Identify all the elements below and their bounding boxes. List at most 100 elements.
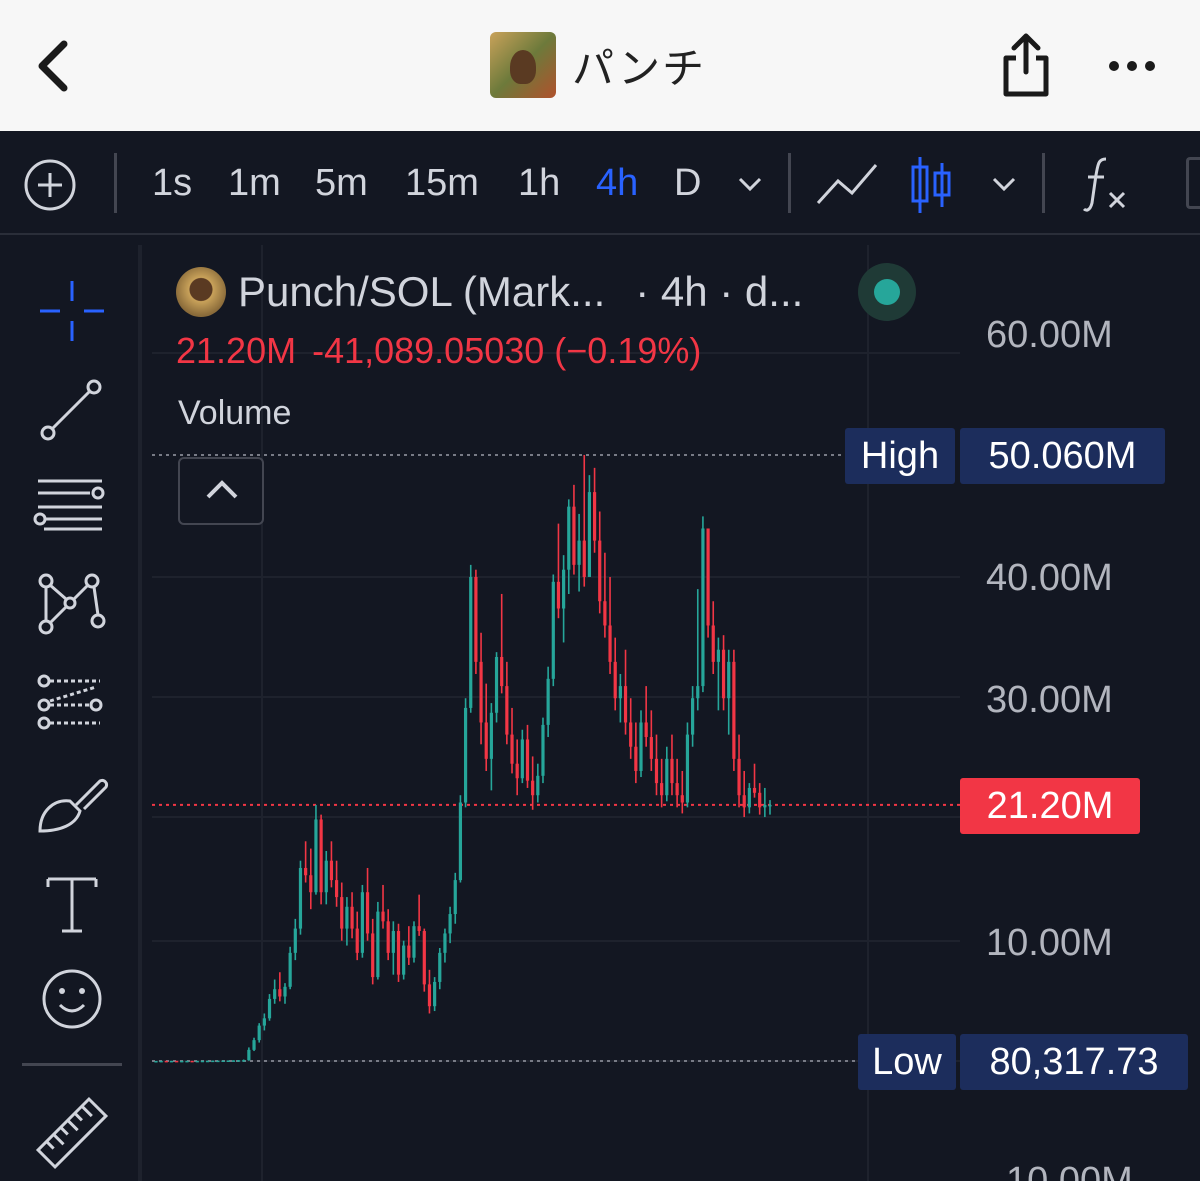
candle-body: [520, 739, 524, 779]
candle-body: [603, 601, 607, 626]
interval-4h[interactable]: 4h: [596, 131, 638, 235]
candle-body: [608, 625, 612, 662]
candle-body: [752, 787, 757, 793]
candle-body: [340, 897, 344, 929]
candle-body: [727, 661, 731, 699]
candle-body: [417, 926, 421, 932]
candle-body: [304, 867, 308, 876]
high-value: 50.060M: [960, 428, 1165, 484]
candle-body: [531, 780, 535, 796]
candle-body: [701, 528, 705, 687]
emoji-icon[interactable]: [30, 957, 114, 1041]
symbol-name[interactable]: Punch/SOL (Mark...: [238, 268, 605, 316]
fib-retracement-icon[interactable]: [30, 465, 114, 549]
candle-body: [546, 678, 550, 725]
candle-body: [448, 914, 452, 934]
collapse-legend-button[interactable]: [178, 457, 264, 525]
candle-body: [758, 792, 762, 808]
candle-body: [443, 933, 447, 953]
candle-body: [324, 860, 328, 893]
candle-body: [309, 875, 313, 893]
candle-body: [402, 945, 406, 975]
candle-body: [541, 724, 545, 776]
low-label: Low: [858, 1034, 956, 1090]
text-tool-icon[interactable]: [30, 863, 114, 947]
candle-body: [716, 649, 721, 662]
candle-body: [675, 783, 679, 796]
candle-body: [463, 707, 468, 803]
candle-body: [200, 1060, 205, 1063]
candles-chart-icon[interactable]: [908, 155, 954, 215]
candle-body: [567, 506, 571, 570]
last-price: 21.20M: [176, 330, 297, 371]
interval-5m[interactable]: 5m: [315, 131, 368, 235]
candle-body: [562, 569, 566, 609]
candle-body: [634, 746, 638, 771]
ruler-icon[interactable]: [30, 1091, 114, 1175]
candle-body: [598, 540, 602, 602]
candle-body: [180, 1060, 184, 1063]
interval-1s[interactable]: 1s: [152, 131, 192, 235]
candle-body: [484, 722, 488, 759]
token-avatar-icon: [490, 32, 556, 98]
candle-body: [474, 576, 478, 662]
candle-body: [267, 998, 272, 1019]
trend-line-icon[interactable]: [30, 365, 114, 449]
candle-body: [386, 921, 390, 953]
brush-icon[interactable]: [30, 765, 114, 849]
candle-body: [665, 758, 669, 796]
candle-body: [582, 540, 586, 577]
candle-body: [407, 945, 411, 958]
candle-body: [283, 986, 287, 997]
candle-body: [618, 686, 622, 699]
interval-1m[interactable]: 1m: [228, 131, 281, 235]
market-status-dot-icon[interactable]: [858, 263, 916, 321]
back-chevron-icon[interactable]: [30, 36, 78, 96]
crosshair-icon[interactable]: [30, 269, 114, 353]
candle-body: [737, 758, 741, 796]
candle-body: [768, 804, 772, 807]
symbol-meta: · 4h · d...: [635, 268, 804, 315]
candle-body: [732, 661, 736, 759]
volume-indicator-label[interactable]: Volume: [178, 394, 291, 433]
indicators-fx-icon[interactable]: [1082, 153, 1132, 215]
toolbar-divider: [114, 153, 117, 213]
candle-body: [226, 1060, 230, 1063]
pattern-tool-icon[interactable]: [30, 563, 114, 647]
ohlc-values: 21.20M -41,089.05030 (−0.19%): [176, 330, 717, 372]
line-chart-icon[interactable]: [814, 159, 880, 209]
more-options-icon[interactable]: [1104, 46, 1164, 86]
share-icon[interactable]: [996, 30, 1056, 100]
candle-body: [536, 775, 540, 796]
candle-body: [711, 625, 715, 662]
chart-type-chevron-down-icon[interactable]: [990, 171, 1018, 195]
candle-body: [231, 1060, 235, 1062]
chevron-up-icon: [206, 480, 238, 499]
interval-15m[interactable]: 15m: [405, 131, 479, 235]
candle-body: [365, 892, 370, 934]
chart-toolbar: 1s 1m 5m 15m 1h 4h D: [0, 131, 1200, 235]
candle-body: [412, 926, 416, 958]
candle-body: [696, 686, 700, 699]
candle-body: [221, 1060, 225, 1063]
candle-body: [763, 804, 767, 808]
candle-body: [644, 722, 648, 738]
interval-chevron-down-icon[interactable]: [736, 171, 764, 195]
add-symbol-icon[interactable]: [22, 157, 78, 213]
interval-d[interactable]: D: [674, 131, 701, 235]
candle-body: [355, 928, 359, 953]
interval-1h[interactable]: 1h: [518, 131, 560, 235]
candle-body: [396, 931, 401, 975]
price-tick: 10.00M: [1006, 1160, 1133, 1181]
candle-body: [438, 952, 442, 982]
candle-body: [680, 795, 684, 803]
chart-legend[interactable]: Punch/SOL (Mark... · 4h · d...: [176, 262, 803, 322]
prediction-tool-icon[interactable]: [30, 665, 114, 749]
candle-body: [469, 576, 473, 708]
candle-body: [278, 989, 282, 997]
toolbar-divider: [788, 153, 791, 213]
candle-body: [587, 492, 592, 577]
candle-body: [262, 1018, 266, 1026]
candle-body: [660, 783, 664, 796]
candle-body: [556, 581, 561, 609]
